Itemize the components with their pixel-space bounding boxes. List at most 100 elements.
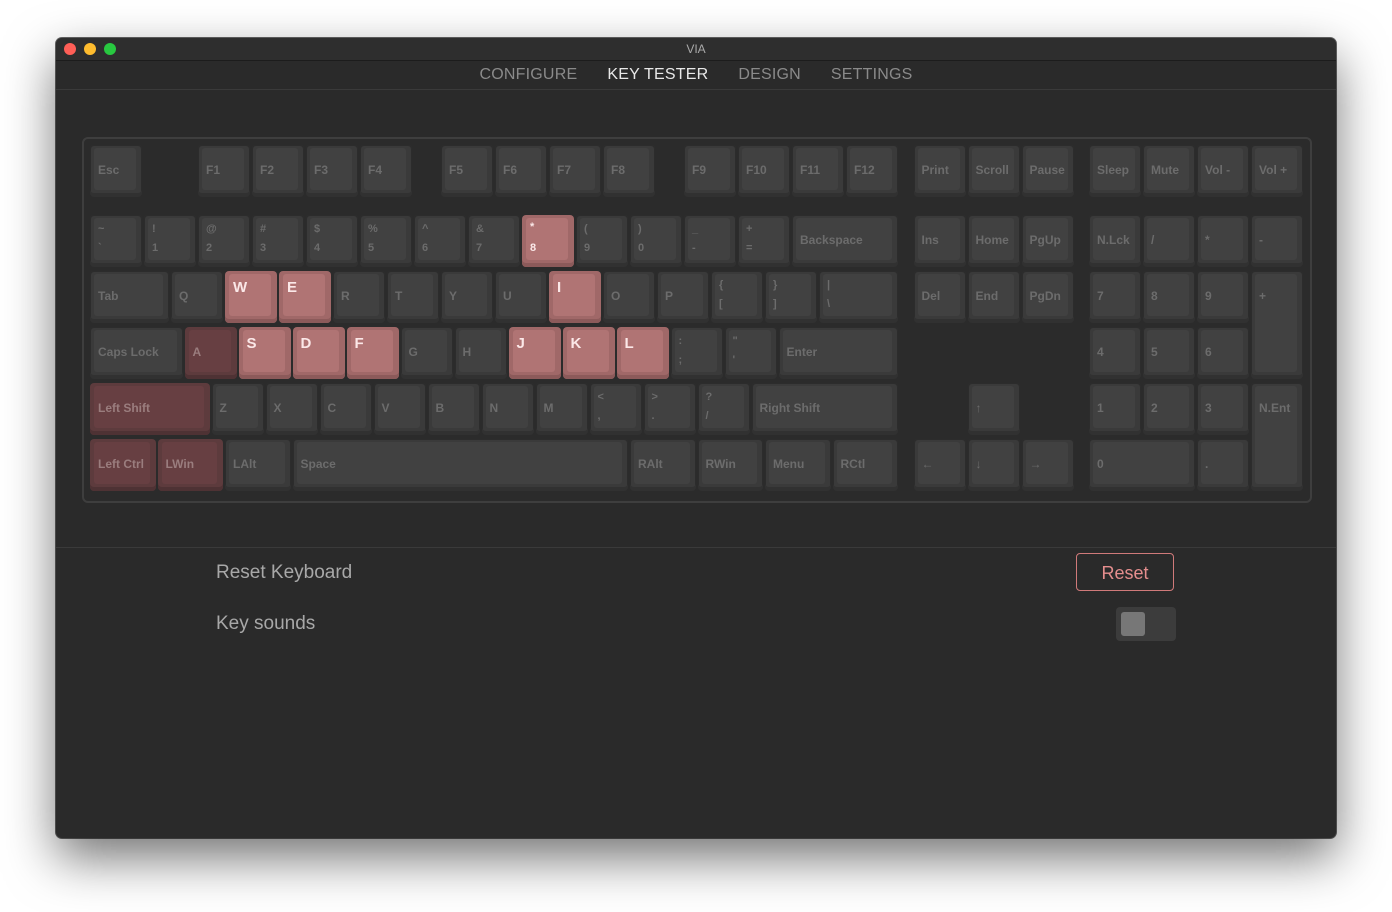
key-f11[interactable]: F11 — [792, 145, 844, 197]
key-u[interactable]: U — [495, 271, 547, 323]
tab-design[interactable]: DESIGN — [738, 66, 801, 84]
key-lwin[interactable]: LWin — [157, 439, 223, 491]
key-f2[interactable]: F2 — [252, 145, 304, 197]
key-p[interactable]: P — [657, 271, 709, 323]
key-right-shift[interactable]: Right Shift — [751, 383, 898, 435]
key-2[interactable]: @2 — [198, 215, 250, 267]
key-sleep[interactable]: Sleep — [1089, 145, 1141, 197]
key-x[interactable]: X — [265, 383, 318, 435]
key-w[interactable]: W — [225, 271, 277, 323]
key-y[interactable]: Y — [441, 271, 493, 323]
key-f8[interactable]: F8 — [603, 145, 655, 197]
key-n-ent[interactable]: N.Ent — [1251, 383, 1303, 491]
key-symbol[interactable]: ~ ` — [90, 215, 142, 267]
key-1[interactable]: ! 1 — [144, 215, 196, 267]
key-f5[interactable]: F5 — [441, 145, 493, 197]
key-print[interactable]: Print — [913, 145, 966, 197]
key-7[interactable]: 7 — [1089, 271, 1141, 323]
key-m[interactable]: M — [535, 383, 588, 435]
key-r[interactable]: R — [333, 271, 385, 323]
key-f10[interactable]: F10 — [738, 145, 790, 197]
key-9[interactable]: 9 — [1197, 271, 1249, 323]
key-symbol[interactable]: + — [1251, 271, 1303, 379]
key-pgup[interactable]: PgUp — [1021, 215, 1074, 267]
key-symbol[interactable]: {[ — [711, 271, 763, 323]
key-z[interactable]: Z — [211, 383, 264, 435]
key-j[interactable]: J — [508, 327, 561, 379]
key-lalt[interactable]: LAlt — [225, 439, 291, 491]
key-ins[interactable]: Ins — [913, 215, 966, 267]
key-6[interactable]: ^ 6 — [414, 215, 466, 267]
key-k[interactable]: K — [562, 327, 615, 379]
key-c[interactable]: C — [319, 383, 372, 435]
key-t[interactable]: T — [387, 271, 439, 323]
key-del[interactable]: Del — [913, 271, 966, 323]
key-vol[interactable]: Vol + — [1251, 145, 1303, 197]
key-esc[interactable]: Esc — [90, 145, 142, 197]
key-n[interactable]: N — [481, 383, 534, 435]
key-0[interactable]: ) 0 — [630, 215, 682, 267]
key-symbol[interactable]: ← — [913, 439, 966, 491]
key-f1[interactable]: F1 — [198, 145, 250, 197]
key-o[interactable]: O — [603, 271, 655, 323]
key-symbol[interactable]: >. — [643, 383, 696, 435]
key-end[interactable]: End — [967, 271, 1020, 323]
key-space[interactable]: Space — [292, 439, 628, 491]
key-4[interactable]: $4 — [306, 215, 358, 267]
key-f9[interactable]: F9 — [684, 145, 736, 197]
key-8[interactable]: * 8 — [522, 215, 574, 267]
key-b[interactable]: B — [427, 383, 480, 435]
key-tab[interactable]: Tab — [90, 271, 169, 323]
key-rctl[interactable]: RCtl — [832, 439, 898, 491]
key-symbol[interactable]: ? / — [697, 383, 750, 435]
key-f4[interactable]: F4 — [360, 145, 412, 197]
key-l[interactable]: L — [616, 327, 669, 379]
key-3[interactable]: #3 — [252, 215, 304, 267]
key-f[interactable]: F — [346, 327, 399, 379]
key-symbol[interactable]: + = — [738, 215, 790, 267]
key-vol[interactable]: Vol - — [1197, 145, 1249, 197]
key-v[interactable]: V — [373, 383, 426, 435]
key-symbol[interactable]: " ' — [724, 327, 777, 379]
key-g[interactable]: G — [400, 327, 453, 379]
key-symbol[interactable]: * — [1197, 215, 1249, 267]
key-d[interactable]: D — [292, 327, 345, 379]
key-f3[interactable]: F3 — [306, 145, 358, 197]
key-s[interactable]: S — [238, 327, 291, 379]
key-7[interactable]: & 7 — [468, 215, 520, 267]
key-enter[interactable]: Enter — [778, 327, 898, 379]
key-backspace[interactable]: Backspace — [792, 215, 898, 267]
key-0[interactable]: 0 — [1089, 439, 1195, 491]
key-e[interactable]: E — [279, 271, 331, 323]
key-sounds-toggle[interactable] — [1116, 607, 1176, 641]
tab-settings[interactable]: SETTINGS — [831, 66, 913, 84]
key-left-ctrl[interactable]: Left Ctrl — [90, 439, 156, 491]
key-symbol[interactable]: / — [1143, 215, 1195, 267]
key-symbol[interactable]: ↑ — [967, 383, 1020, 435]
key-caps-lock[interactable]: Caps Lock — [90, 327, 183, 379]
key-3[interactable]: 3 — [1197, 383, 1249, 435]
key-home[interactable]: Home — [967, 215, 1020, 267]
key-symbol[interactable]: | \ — [819, 271, 898, 323]
key-symbol[interactable]: :; — [670, 327, 723, 379]
key-q[interactable]: Q — [171, 271, 223, 323]
key-n-lck[interactable]: N.Lck — [1089, 215, 1141, 267]
key-rwin[interactable]: RWin — [697, 439, 763, 491]
key-scroll[interactable]: Scroll — [967, 145, 1020, 197]
key-5[interactable]: 5 — [1143, 327, 1195, 379]
key-mute[interactable]: Mute — [1143, 145, 1195, 197]
key-9[interactable]: (9 — [576, 215, 628, 267]
key-ralt[interactable]: RAlt — [630, 439, 696, 491]
key-symbol[interactable]: }] — [765, 271, 817, 323]
key-symbol[interactable]: → — [1021, 439, 1074, 491]
key-a[interactable]: A — [184, 327, 237, 379]
key-f7[interactable]: F7 — [549, 145, 601, 197]
key-f12[interactable]: F12 — [846, 145, 898, 197]
key-menu[interactable]: Menu — [765, 439, 831, 491]
key-2[interactable]: 2 — [1143, 383, 1195, 435]
key-pgdn[interactable]: PgDn — [1021, 271, 1074, 323]
key-6[interactable]: 6 — [1197, 327, 1249, 379]
key-left-shift[interactable]: Left Shift — [90, 383, 210, 435]
key-h[interactable]: H — [454, 327, 507, 379]
key-f6[interactable]: F6 — [495, 145, 547, 197]
